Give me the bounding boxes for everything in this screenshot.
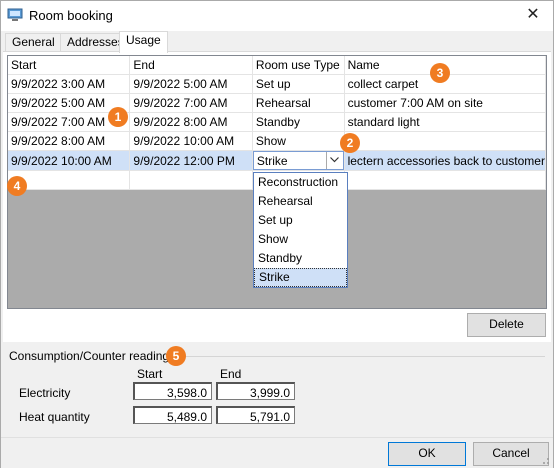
end-column-label: End <box>220 367 242 381</box>
cell-end[interactable]: 9/9/2022 10:00 AM <box>129 131 253 151</box>
selected-table-row[interactable]: 9/9/2022 10:00 AM 9/9/2022 12:00 PM Stri… <box>8 150 546 171</box>
electricity-start-field[interactable]: 3,598.0 <box>133 382 212 400</box>
dialog-footer: OK Cancel <box>1 437 553 468</box>
cell-name[interactable]: customer 7:00 AM on site <box>344 93 546 113</box>
callout-badge-1: 1 <box>108 107 128 127</box>
cancel-button[interactable]: Cancel <box>473 442 549 466</box>
dropdown-option-standby[interactable]: Standby <box>254 249 347 268</box>
heat-quantity-start-field[interactable]: 5,489.0 <box>133 406 212 424</box>
cell-name[interactable] <box>344 131 546 151</box>
cell-start[interactable]: 9/9/2022 8:00 AM <box>8 131 131 151</box>
cell-end-empty[interactable] <box>129 170 253 190</box>
column-header-end[interactable]: End <box>129 56 253 75</box>
cell-name-empty[interactable] <box>344 170 546 190</box>
callout-badge-2: 2 <box>340 133 360 153</box>
close-button[interactable]: ✕ <box>519 4 547 26</box>
cell-end[interactable]: 9/9/2022 8:00 AM <box>129 112 253 132</box>
dropdown-option-show[interactable]: Show <box>254 230 347 249</box>
consumption-group-label: Consumption/Counter readings <box>9 349 180 363</box>
tab-general[interactable]: General <box>5 33 62 52</box>
cell-start[interactable]: 9/9/2022 3:00 AM <box>8 74 131 94</box>
title-bar: Room booking ✕ <box>1 1 553 31</box>
table-row[interactable]: 9/9/2022 5:00 AM 9/9/2022 7:00 AM Rehear… <box>8 93 546 113</box>
electricity-end-field[interactable]: 3,999.0 <box>216 382 295 400</box>
callout-badge-5: 5 <box>166 346 186 366</box>
resize-grip-icon[interactable] <box>540 455 550 465</box>
heat-quantity-label: Heat quantity <box>19 410 90 424</box>
dropdown-option-reconstruction[interactable]: Reconstruction <box>254 173 347 192</box>
cell-name[interactable]: standard light <box>344 112 546 132</box>
table-row[interactable]: 9/9/2022 7:00 AM 9/9/2022 8:00 AM Standb… <box>8 112 546 132</box>
ok-button[interactable]: OK <box>388 442 466 466</box>
cell-type[interactable]: Show <box>252 131 345 151</box>
table-row[interactable]: 9/9/2022 3:00 AM 9/9/2022 5:00 AM Set up… <box>8 74 546 94</box>
delete-button[interactable]: Delete <box>467 313 546 337</box>
dropdown-option-set-up[interactable]: Set up <box>254 211 347 230</box>
combobox-value: Strike <box>256 154 288 168</box>
tab-usage[interactable]: Usage <box>119 31 168 53</box>
window-title: Room booking <box>29 8 113 23</box>
cell-end[interactable]: 9/9/2022 7:00 AM <box>129 93 253 113</box>
cell-type[interactable]: Standby <box>252 112 345 132</box>
room-booking-dialog: Room booking ✕ General Addresses Usage S… <box>0 0 554 468</box>
column-header-start[interactable]: Start <box>8 56 131 75</box>
cell-type[interactable]: Rehearsal <box>252 93 345 113</box>
cell-end[interactable]: 9/9/2022 5:00 AM <box>129 74 253 94</box>
table-row[interactable]: 9/9/2022 8:00 AM 9/9/2022 10:00 AM Show <box>8 131 546 151</box>
dropdown-option-rehearsal[interactable]: Rehearsal <box>254 192 347 211</box>
callout-badge-4: 4 <box>7 176 27 196</box>
cell-type[interactable]: Set up <box>252 74 345 94</box>
dropdown-option-strike[interactable]: Strike <box>254 268 347 287</box>
cell-type-editor[interactable]: Strike <box>252 150 345 171</box>
room-use-type-combobox[interactable]: Strike <box>252 151 344 170</box>
cell-start[interactable]: 9/9/2022 10:00 AM <box>8 150 131 171</box>
electricity-label: Electricity <box>19 386 71 400</box>
heat-quantity-end-field[interactable]: 5,791.0 <box>216 406 295 424</box>
cell-end[interactable]: 9/9/2022 12:00 PM <box>129 150 253 171</box>
chevron-down-icon <box>329 157 339 163</box>
dropdown-toggle-button[interactable] <box>325 152 343 169</box>
header-row: Start End Room use Type Name <box>8 56 546 75</box>
room-use-type-dropdown-list[interactable]: Reconstruction Rehearsal Set up Show Sta… <box>253 172 348 288</box>
usage-table: Start End Room use Type Name 9/9/2022 3:… <box>8 56 546 190</box>
start-column-label: Start <box>137 367 163 381</box>
column-header-room-use-type[interactable]: Room use Type <box>252 56 345 75</box>
cell-name[interactable]: lectern accessories back to customer <box>344 150 546 171</box>
app-icon <box>7 8 23 21</box>
callout-badge-3: 3 <box>430 63 450 83</box>
